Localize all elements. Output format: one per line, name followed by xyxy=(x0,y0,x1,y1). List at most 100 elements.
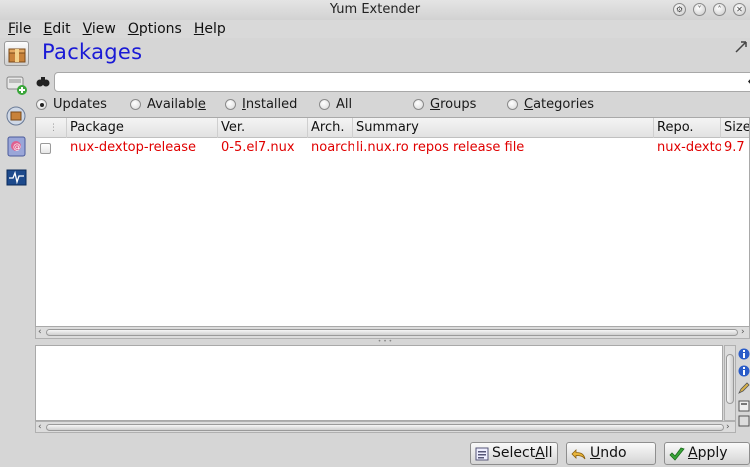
svg-text:@: @ xyxy=(13,142,21,151)
menu-file-mnemonic: F xyxy=(8,21,16,37)
menu-view-label: iew xyxy=(91,21,116,37)
undo-icon xyxy=(571,448,586,459)
filter-categories[interactable]: Categories xyxy=(507,95,594,113)
filter-groups-label: roups xyxy=(440,96,477,112)
maximize-button[interactable]: ˄ xyxy=(713,3,726,16)
column-size[interactable]: Size xyxy=(720,118,749,138)
filter-all[interactable]: All xyxy=(319,95,352,113)
filter-available-mnemonic: e xyxy=(197,96,206,112)
groups-view-button[interactable] xyxy=(4,72,29,97)
select-all-label-rest: ll xyxy=(544,445,553,461)
corner-info-icon[interactable] xyxy=(734,40,748,54)
select-all-label: Select xyxy=(492,445,536,461)
cell-version: 0-5.el7.nux xyxy=(221,140,295,155)
update-info-icon[interactable] xyxy=(738,365,750,377)
info-scrollbar-thumb[interactable] xyxy=(46,424,724,431)
menu-view-mnemonic: V xyxy=(82,21,92,37)
select-all-mnemonic: A xyxy=(535,445,545,461)
cell-package: nux-dextop-release xyxy=(70,140,196,155)
monitor-icon xyxy=(6,169,27,186)
column-arch[interactable]: Arch. xyxy=(307,118,352,138)
filter-categories-label: ategories xyxy=(533,96,595,112)
menu-help[interactable]: Help xyxy=(194,20,232,38)
menu-options[interactable]: Options xyxy=(128,20,188,38)
view-sidebar: @ xyxy=(0,38,32,467)
binoculars-icon xyxy=(36,77,50,87)
column-repo[interactable]: Repo. xyxy=(653,118,720,138)
radio-all[interactable] xyxy=(319,98,330,110)
table-horizontal-scrollbar[interactable]: ‹ › xyxy=(35,327,750,339)
apply-button[interactable]: Apply xyxy=(664,442,750,465)
filter-groups[interactable]: Groups xyxy=(413,95,476,113)
row-checkbox[interactable] xyxy=(40,143,51,154)
cell-arch: noarch xyxy=(311,140,354,155)
settings-icon[interactable]: ⚙ xyxy=(673,3,686,16)
table-row[interactable]: nux-dextop-release 0-5.el7.nux noarch li… xyxy=(36,138,749,158)
filter-installed-label: nstalled xyxy=(245,96,298,112)
menu-view[interactable]: View xyxy=(83,20,122,38)
title-bar: Yum Extender ⚙ ˅ ˄ ✕ xyxy=(0,0,750,20)
filter-installed[interactable]: Installed xyxy=(225,95,297,113)
files-icon[interactable] xyxy=(738,400,750,412)
select-all-icon xyxy=(475,447,489,460)
menu-bar: File Edit View Options Help xyxy=(0,20,750,38)
queue-view-button[interactable] xyxy=(4,104,29,129)
menu-edit[interactable]: Edit xyxy=(43,20,76,38)
cell-size: 9.7 k xyxy=(724,140,749,155)
vscroll-thumb[interactable] xyxy=(726,354,734,404)
menu-help-mnemonic: H xyxy=(193,21,205,37)
description-info-icon[interactable] xyxy=(738,348,750,360)
column-summary[interactable]: Summary xyxy=(352,118,652,138)
add-group-icon xyxy=(6,76,27,95)
filter-categories-mnemonic: C xyxy=(524,96,534,112)
minimize-button[interactable]: ˅ xyxy=(693,3,706,16)
changelog-icon[interactable] xyxy=(738,382,750,394)
menu-help-label: elp xyxy=(204,21,226,37)
filter-available[interactable]: Availabl e xyxy=(130,95,206,113)
scrollbar-thumb[interactable] xyxy=(46,329,738,336)
scroll-left-arrow-icon[interactable]: ‹ xyxy=(38,327,42,338)
info-scroll-left-arrow-icon[interactable]: ‹ xyxy=(38,422,42,433)
menu-options-mnemonic: O xyxy=(127,21,139,37)
filter-updates[interactable]: Updates xyxy=(36,95,107,113)
info-sidebar xyxy=(738,345,750,427)
select-column-header[interactable]: ⋮ xyxy=(49,122,58,134)
select-all-button[interactable]: Select All xyxy=(470,442,558,465)
filter-updates-label: Updates xyxy=(53,96,107,112)
monitor-view-button[interactable] xyxy=(4,165,29,190)
page-title: Packages xyxy=(42,40,143,64)
packages-view-button[interactable] xyxy=(4,41,29,66)
menu-file[interactable]: File xyxy=(8,20,37,38)
package-table: ⋮ Package Ver. Arch. Summary Repo. Size … xyxy=(35,117,750,327)
radio-installed[interactable] xyxy=(225,98,236,110)
scroll-right-arrow-icon[interactable]: › xyxy=(741,327,745,338)
action-bar: Select All Undo Apply xyxy=(0,438,750,467)
repositories-view-button[interactable]: @ xyxy=(4,134,29,159)
radio-updates[interactable] xyxy=(36,98,47,110)
radio-available[interactable] xyxy=(130,98,141,110)
table-header: ⋮ Package Ver. Arch. Summary Repo. Size xyxy=(36,118,749,138)
search-input[interactable] xyxy=(54,72,750,92)
queue-icon xyxy=(6,106,26,126)
package-info-pane xyxy=(35,345,723,421)
filter-available-label: Availabl xyxy=(147,96,198,112)
menu-edit-mnemonic: E xyxy=(43,21,53,37)
filter-groups-mnemonic: G xyxy=(430,96,441,112)
repositories-icon: @ xyxy=(7,136,26,157)
window-title: Yum Extender xyxy=(329,2,421,17)
undo-button[interactable]: Undo xyxy=(566,442,656,465)
cell-repo: nux-dextop xyxy=(657,140,721,155)
column-version[interactable]: Ver. xyxy=(217,118,307,138)
column-package[interactable]: Package xyxy=(66,118,219,138)
radio-groups[interactable] xyxy=(413,98,424,110)
apply-check-icon xyxy=(669,447,685,461)
close-button[interactable]: ✕ xyxy=(733,3,746,16)
dependencies-icon[interactable] xyxy=(738,415,750,427)
menu-edit-label: dit xyxy=(52,21,71,37)
info-horizontal-scrollbar[interactable]: ‹ › xyxy=(35,421,736,433)
info-scroll-right-arrow-icon[interactable]: › xyxy=(726,422,730,433)
info-vertical-scrollbar[interactable] xyxy=(724,345,736,421)
menu-options-label: ptions xyxy=(138,21,182,37)
radio-categories[interactable] xyxy=(507,98,518,110)
cell-summary: li.nux.ro repos release file xyxy=(356,140,525,155)
